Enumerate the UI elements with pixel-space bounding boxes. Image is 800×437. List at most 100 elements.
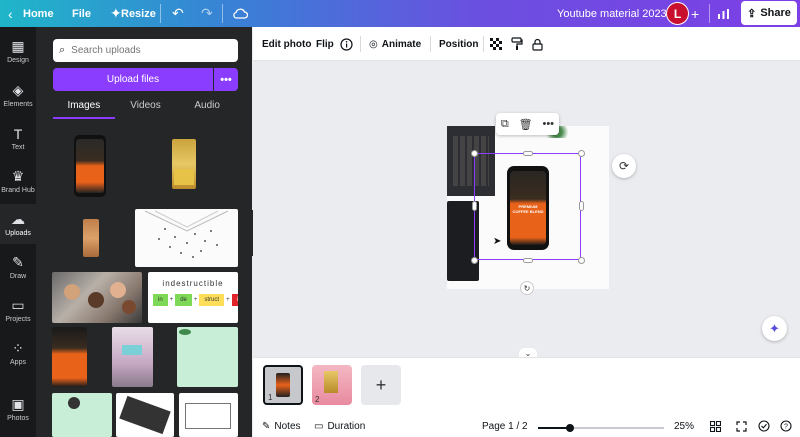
notes-button[interactable]: ✎ Notes [262, 415, 301, 437]
divider [222, 4, 223, 23]
notes-icon: ✎ [262, 420, 271, 432]
tab-images[interactable]: Images [53, 97, 115, 119]
search-icon: ⌕ [59, 44, 66, 56]
fullscreen-icon[interactable] [736, 415, 747, 437]
checkerboard-icon[interactable] [490, 27, 502, 61]
cursor-icon: ➤ [493, 236, 502, 247]
rail-label: Photos [7, 415, 29, 422]
crown-icon: ♛ [11, 168, 25, 184]
notes-label: Notes [274, 420, 301, 432]
lock-icon[interactable] [532, 27, 543, 61]
shapes-icon: ◈ [12, 82, 24, 98]
upload-thumbnail-indestructible[interactable]: indestructible in+ de+ struct+ ible [148, 272, 238, 323]
sparkle-icon: ✦ [110, 5, 122, 21]
bar-chart-icon[interactable] [717, 0, 730, 27]
document-title[interactable]: Youtube material 2023 [557, 0, 667, 27]
copy-icon[interactable]: ⧉ [501, 118, 509, 131]
rail-label: Brand Hub [1, 187, 35, 194]
resize-handle[interactable] [471, 150, 478, 157]
resize-handle[interactable] [579, 201, 584, 211]
zoom-level[interactable]: 25% [674, 415, 694, 437]
page-indicator[interactable]: Page 1 / 2 [482, 415, 528, 437]
edit-photo-button[interactable]: Edit photo [262, 27, 311, 61]
grid-view-icon[interactable] [710, 415, 721, 437]
rail-item-projects[interactable]: ▭ Projects [0, 290, 36, 330]
resize-handle[interactable] [578, 150, 585, 157]
rail-item-uploads[interactable]: ☁ Uploads [0, 204, 36, 244]
redo-icon[interactable]: ↷ [201, 0, 213, 27]
page-thumbnail-1[interactable]: 1 [263, 365, 303, 405]
uploads-panel: ⌕ Upload files ••• Images Videos Audio [36, 27, 252, 437]
chevron-left-icon[interactable]: ‹ [8, 0, 13, 27]
rail-label: Elements [3, 101, 33, 108]
pages-strip: 1 2 + [253, 357, 800, 415]
upload-thumbnail-phone-mockup[interactable] [52, 327, 87, 387]
context-toolbar: Edit photo Flip ◎ Animate Position [253, 27, 800, 61]
tab-audio[interactable]: Audio [176, 97, 238, 119]
upload-thumbnail-room[interactable] [112, 327, 153, 387]
undo-icon[interactable]: ↶ [172, 0, 184, 27]
share-button[interactable]: ⇪ Share [741, 1, 797, 25]
search-input[interactable] [71, 45, 222, 56]
bottom-bar: ✎ Notes ▭ Duration Page 1 / 2 25% ? [253, 415, 800, 437]
left-rail: ▦ Design ◈ Elements T Text ♛ Brand Hub ☁… [0, 27, 36, 437]
syllable: ible [231, 294, 238, 306]
magic-sparkle-icon[interactable]: ✦ [762, 316, 787, 341]
upload-thumbnail-green-leaves[interactable] [177, 327, 238, 387]
position-button[interactable]: Position [439, 27, 478, 61]
resize-handle[interactable] [578, 257, 585, 264]
upload-thumbnail-green-desk[interactable] [52, 393, 112, 437]
upload-thumbnail-notes[interactable] [135, 209, 238, 267]
resize-button[interactable]: Resize [121, 0, 156, 27]
add-page-button[interactable]: + [361, 365, 401, 405]
animate-label: Animate [381, 38, 422, 50]
resize-handle[interactable] [472, 201, 477, 211]
upload-thumbnail-coffee-bag-small[interactable] [83, 219, 99, 257]
more-icon[interactable]: ••• [542, 118, 554, 130]
regenerate-icon[interactable]: ⟳ [612, 154, 636, 178]
zoom-slider-knob[interactable] [566, 424, 574, 432]
upload-thumbnail-phone[interactable] [74, 135, 106, 197]
rail-label: Projects [5, 316, 31, 323]
upload-thumbnail-keyboard[interactable] [116, 393, 174, 437]
upload-files-button[interactable]: Upload files [53, 68, 213, 91]
tab-videos[interactable]: Videos [115, 97, 177, 119]
avatar[interactable]: L [666, 2, 689, 25]
duration-label: Duration [327, 420, 366, 432]
zoom-slider[interactable] [538, 424, 664, 432]
resize-handle[interactable] [523, 151, 533, 156]
cloud-sync-icon[interactable] [233, 0, 248, 27]
rotate-icon[interactable]: ↻ [520, 281, 534, 295]
resize-handle[interactable] [523, 258, 533, 263]
resize-handle[interactable] [471, 257, 478, 264]
share-icon: ⇪ [747, 7, 757, 20]
upload-thumbnail-coffee-bag[interactable] [172, 139, 196, 189]
rail-item-elements[interactable]: ◈ Elements [0, 75, 36, 115]
animate-button[interactable]: ◎ Animate [369, 27, 421, 61]
search-box[interactable]: ⌕ [53, 39, 238, 62]
animate-icon: ◎ [369, 38, 378, 50]
page-thumbnail-2[interactable]: 2 [312, 365, 352, 405]
plus-icon[interactable]: + [691, 0, 699, 27]
rail-item-brand-hub[interactable]: ♛ Brand Hub [0, 161, 36, 201]
rail-item-apps[interactable]: ⁘ Apps [0, 333, 36, 373]
home-button[interactable]: Home [23, 0, 54, 27]
upload-thumbnail-grid-sketch[interactable] [179, 393, 238, 437]
rail-item-draw[interactable]: ✎ Draw [0, 247, 36, 287]
upload-thumbnail-group-photo[interactable] [52, 272, 142, 323]
upload-more-button[interactable]: ••• [214, 68, 238, 91]
help-icon[interactable]: ? [780, 415, 792, 437]
syllable: struct [199, 294, 225, 306]
media-tabs: Images Videos Audio [53, 97, 238, 119]
file-menu-button[interactable]: File [72, 0, 91, 27]
duration-button[interactable]: ▭ Duration [314, 415, 365, 437]
rail-item-text[interactable]: T Text [0, 118, 36, 158]
rail-item-photos[interactable]: ▣ Photos [0, 389, 36, 429]
flip-button[interactable]: Flip [316, 27, 334, 61]
paint-roller-icon[interactable] [511, 27, 523, 61]
rail-item-design[interactable]: ▦ Design [0, 31, 36, 71]
trash-icon[interactable]: 🗑 [519, 118, 533, 131]
info-icon[interactable] [340, 27, 353, 61]
check-circle-icon[interactable] [758, 415, 770, 437]
design-canvas[interactable]: PREMIUM COFFEE BLEND ⧉ 🗑 ••• ➤ ↻ ⟳ ✦ [253, 61, 800, 359]
